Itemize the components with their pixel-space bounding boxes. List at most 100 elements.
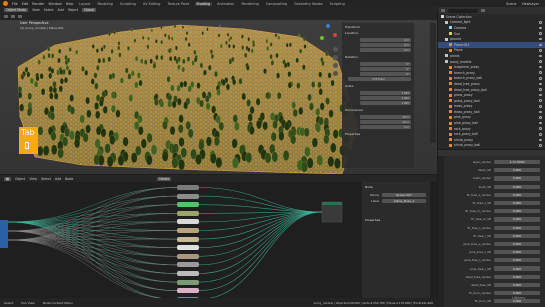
viewport-menu-object[interactable]: Object xyxy=(68,8,78,12)
cursor-tool-icon[interactable] xyxy=(11,15,15,19)
node-group[interactable] xyxy=(177,219,199,225)
visibility-eye-icon[interactable] xyxy=(539,21,542,24)
scale-x-field[interactable]: 1.000 xyxy=(360,91,411,95)
properties-tabs[interactable] xyxy=(438,156,444,307)
blender-logo-icon[interactable] xyxy=(3,1,8,6)
node-menu-view[interactable]: View xyxy=(29,177,37,181)
menu-edit[interactable]: Edit xyxy=(22,2,29,6)
property-value-field[interactable]: 0.000 xyxy=(494,225,540,230)
property-value-field[interactable]: 0.000 xyxy=(494,233,540,238)
visibility-eye-icon[interactable] xyxy=(539,77,542,80)
node-group[interactable] xyxy=(177,262,199,268)
properties-section-title[interactable]: Properties xyxy=(342,130,414,138)
node-name-field[interactable]: Group.007 xyxy=(382,193,426,198)
visibility-eye-icon[interactable] xyxy=(539,32,542,35)
node-menu-add[interactable]: Add xyxy=(55,177,61,181)
rotation-x-field[interactable]: 0° xyxy=(360,62,411,66)
property-value-field[interactable]: 0.000 xyxy=(494,282,540,287)
workspace-tab-texture-paint[interactable]: Texture Paint xyxy=(166,2,191,6)
x-axis-icon[interactable] xyxy=(333,33,337,37)
property-value-field[interactable]: 0.000 xyxy=(494,176,540,181)
visibility-eye-icon[interactable] xyxy=(539,93,542,97)
workspace-tab-animation[interactable]: Animation xyxy=(216,2,236,6)
location-x-field[interactable]: 0 m xyxy=(360,38,411,42)
property-value-field[interactable]: 0.000 xyxy=(494,258,540,263)
property-value-field[interactable]: 0.000 xyxy=(494,168,540,173)
visibility-eye-icon[interactable] xyxy=(539,60,542,63)
dimensions-z-field[interactable]: 0 m xyxy=(360,125,411,129)
property-value-field[interactable]: 0.000 xyxy=(494,217,540,222)
property-value-field[interactable]: 0.000 xyxy=(494,274,540,279)
viewport-menu-view[interactable]: View xyxy=(32,8,40,12)
visibility-eye-icon[interactable] xyxy=(539,133,542,136)
outliner-search-input[interactable] xyxy=(448,8,478,13)
node-menu-select[interactable]: Select xyxy=(41,177,51,181)
viewport-menu-select[interactable]: Select xyxy=(44,8,54,12)
zoom-icon[interactable] xyxy=(333,47,338,52)
node-menu-node[interactable]: Node xyxy=(65,177,73,181)
node-group[interactable] xyxy=(177,279,199,285)
select-tool-icon[interactable] xyxy=(4,15,8,19)
visibility-eye-icon[interactable] xyxy=(539,88,542,91)
visibility-eye-icon[interactable] xyxy=(539,43,542,47)
location-y-field[interactable]: 0 m xyxy=(360,43,411,47)
visibility-eye-icon[interactable] xyxy=(539,121,542,125)
node-group[interactable] xyxy=(177,253,199,259)
transform-section-title[interactable]: Transform xyxy=(342,23,414,31)
workspace-tab-modeling[interactable]: Modeling xyxy=(96,2,114,6)
navigation-gizmo[interactable] xyxy=(318,24,338,44)
filter-icon[interactable] xyxy=(481,9,485,12)
ortho-toggle-icon[interactable] xyxy=(333,71,338,76)
workspace-tab-sculpting[interactable]: Sculpting xyxy=(118,2,137,6)
dimensions-y-field[interactable]: 40 m xyxy=(360,120,411,124)
property-value-field[interactable]: 0.000 xyxy=(494,250,540,255)
property-value-field[interactable]: 0.000 xyxy=(494,209,540,214)
node-group[interactable] xyxy=(177,228,199,233)
rotation-mode-dropdown[interactable]: XYZ Euler xyxy=(348,77,411,81)
node-label-field[interactable]: plane_lines_1 xyxy=(382,199,426,204)
visibility-eye-icon[interactable] xyxy=(539,127,542,130)
menu-window[interactable]: Window xyxy=(48,2,61,6)
visibility-eye-icon[interactable] xyxy=(539,138,542,142)
z-axis-icon[interactable] xyxy=(326,24,330,28)
scene-selector[interactable]: Scene xyxy=(506,2,516,6)
menu-file[interactable]: File xyxy=(12,2,18,6)
visibility-eye-icon[interactable] xyxy=(539,37,542,41)
view-layer-selector[interactable]: ViewLayer xyxy=(522,2,540,6)
use-nodes-toggle[interactable]: Nodes xyxy=(157,176,172,181)
visibility-eye-icon[interactable] xyxy=(539,116,542,119)
viewport-menu-add[interactable]: Add xyxy=(58,8,64,12)
dimensions-x-field[interactable]: 40 m xyxy=(360,115,411,119)
property-value-field[interactable]: 0.000 xyxy=(494,241,540,247)
node-section-title[interactable]: Node xyxy=(362,182,430,192)
visibility-eye-icon[interactable] xyxy=(539,65,542,69)
node-editor-type-icon[interactable]: ▦ xyxy=(4,176,12,181)
visibility-eye-icon[interactable] xyxy=(539,82,542,86)
node-group[interactable] xyxy=(177,271,199,276)
visibility-eye-icon[interactable] xyxy=(539,71,542,74)
menu-help[interactable]: Help xyxy=(66,2,74,6)
node-group[interactable] xyxy=(177,236,199,242)
mode-selector[interactable]: Object Mode xyxy=(4,8,29,13)
property-value-field[interactable]: 0.000 xyxy=(494,184,540,189)
outliner-type-icon[interactable] xyxy=(441,9,445,12)
visibility-eye-icon[interactable] xyxy=(539,54,542,58)
property-value-field[interactable]: 0.000 xyxy=(494,200,540,206)
workspace-tab-shading[interactable]: Shading xyxy=(194,1,212,6)
workspace-tab-layout[interactable]: Layout xyxy=(77,2,92,6)
camera-view-icon[interactable] xyxy=(333,63,338,68)
node-menu-object[interactable]: Object xyxy=(15,177,25,181)
y-axis-icon[interactable] xyxy=(320,36,324,40)
node-group[interactable] xyxy=(177,245,199,251)
property-value-field[interactable]: 0.000 xyxy=(494,192,540,197)
scale-y-field[interactable]: 1.000 xyxy=(360,96,411,100)
visibility-eye-icon[interactable] xyxy=(539,26,542,30)
node-group[interactable] xyxy=(177,210,199,216)
visibility-eye-icon[interactable] xyxy=(539,49,542,52)
node-group[interactable] xyxy=(177,202,199,208)
scale-z-field[interactable]: 1.000 xyxy=(360,101,411,105)
3d-viewport[interactable]: Object Mode View Select Add Object Globa… xyxy=(0,7,437,174)
workspace-tab-compositing[interactable]: Compositing xyxy=(264,2,288,6)
property-value-field[interactable]: 1.77-3040 xyxy=(494,160,540,165)
visibility-eye-icon[interactable] xyxy=(539,144,542,147)
